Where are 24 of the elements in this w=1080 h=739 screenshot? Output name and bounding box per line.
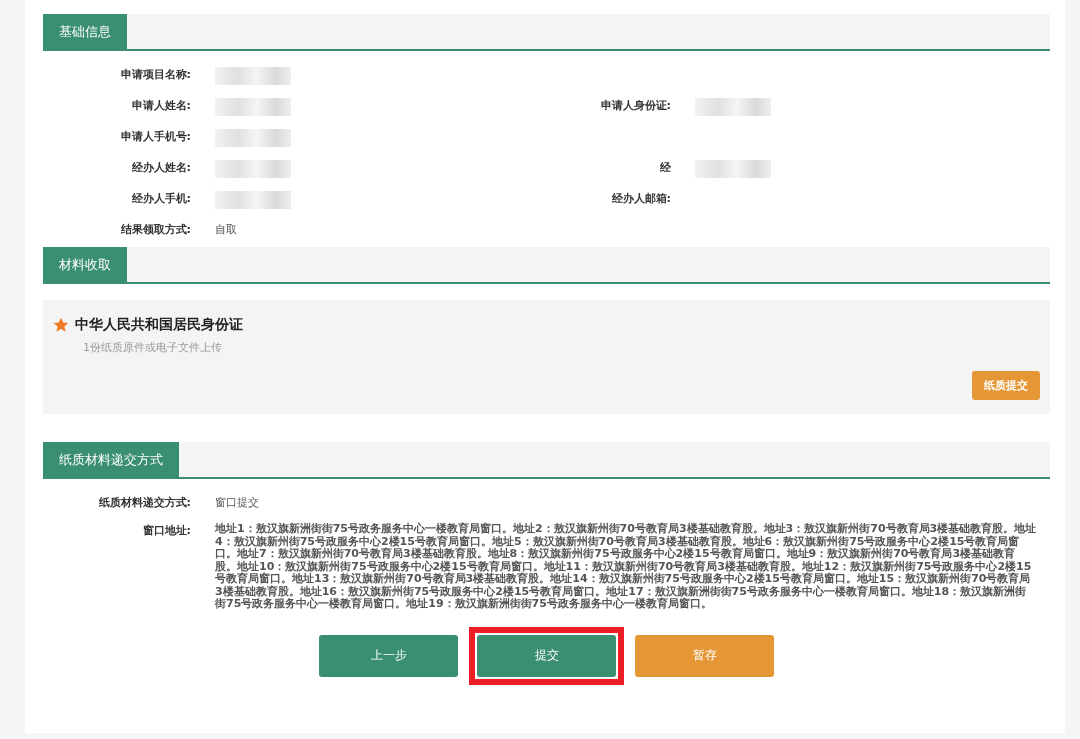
- section-title: 纸质材料递交方式: [43, 442, 179, 477]
- form-button[interactable]: 上一步: [319, 634, 458, 677]
- section-title: 基础信息: [43, 14, 127, 49]
- field-value: 自取: [215, 222, 237, 237]
- field-label: 经: [659, 160, 671, 175]
- field-label: 经办人手机:: [130, 191, 191, 206]
- address-text: 地址1：敖汉旗新洲街街75号政务服务中心一楼教育局窗口。地址2：敖汉旗新州街70号教育局3楼基础教育股。地址3：敖汉旗新州街70号教育局3楼基础教育股。地址4：敖汉旗新州街75号政服务中心2楼15号教育局窗口。地址5：敖汉旗新州街70号教育局3楼基础教育股。地址6：敖汉旗新州街75号政服务中心2楼15号教育局窗口。地址7：敖汉旗新州街70号教育局3楼基础教育股。地址8：敖汉旗新州街75号政服务中心2楼15号教育局窗口。地址9：敖汉旗新州街70号教育局3楼基础教育股。地址10：敖汉旗新州街75号政服务中心2楼15号教育局窗口。地址11：敖汉旗新州街70号教育局3楼基础教育股。地址12：敖汉旗新州街75号政服务中心2楼15号教育局窗口。地址13：敖汉旗新州街70号教育局3楼基础教育股。地址14：敖汉旗新州街75号政服务中心2楼15号教育局窗口。地址15：敖汉旗新州街70号教育局3楼基础教育股。地址16：敖汉旗新州街75号政服务中心2楼15号教育局窗口。地址17：敖汉旗新洲街街75号政务服务中心一楼教育局窗口。地址18：敖汉旗新洲街街75号政务服务中心一楼教育局窗口。地址19：敖汉旗新洲街街75号政务服务中心一楼教育局窗口。: [215, 523, 1037, 611]
- star-icon: [53, 317, 69, 333]
- field-label: 申请人姓名:: [130, 98, 191, 113]
- section-title: 材料收取: [43, 247, 127, 282]
- field-label: 窗口地址:: [141, 523, 191, 538]
- form-button[interactable]: 暂存: [635, 634, 774, 677]
- field-value: 窗口提交: [215, 495, 259, 510]
- field-label: 申请人手机号:: [119, 129, 191, 144]
- field-label: 经办人姓名:: [130, 160, 191, 175]
- field-label: 结果领取方式:: [119, 222, 191, 237]
- field-label: 申请项目名称:: [119, 67, 191, 82]
- field-label: 申请人身份证:: [599, 98, 671, 113]
- field-label: 经办人邮箱:: [610, 191, 671, 206]
- material-name: 中华人民共和国居民身份证: [75, 316, 243, 334]
- form-button[interactable]: 提交: [477, 634, 616, 677]
- field-label: 纸质材料递交方式:: [97, 495, 191, 510]
- paper-submit-button[interactable]: 纸质提交: [972, 371, 1040, 400]
- material-hint: 1份纸质原件或电子文件上传: [83, 340, 223, 355]
